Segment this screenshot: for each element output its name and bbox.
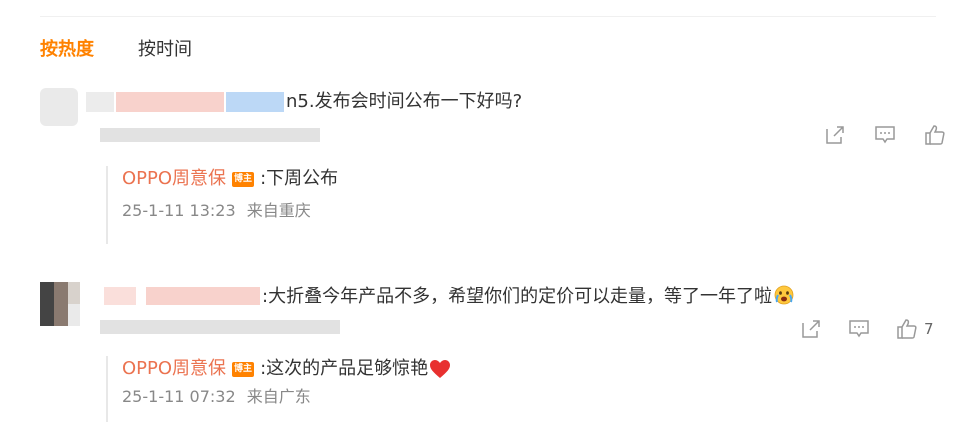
username-blurred[interactable] — [146, 287, 260, 305]
comment-actions — [824, 124, 952, 146]
reply-block: OPPO周意保 博主 :下周公布 25-1-11 13:23 来自重庆 — [106, 166, 338, 244]
like-icon[interactable] — [924, 124, 946, 146]
comment-text: n5.发布会时间公布一下好吗? — [286, 91, 523, 112]
blogger-badge: 博主 — [232, 361, 255, 377]
avatar-blur-block — [68, 282, 80, 304]
sort-tabs: 按热度 按时间 — [40, 38, 192, 62]
reply-line: OPPO周意保 博主 :这次的产品足够惊艳 — [122, 356, 451, 382]
comment-meta-blurred — [100, 128, 320, 142]
avatar[interactable] — [40, 88, 78, 126]
tab-sort-by-hot[interactable]: 按热度 — [40, 38, 94, 62]
reply-meta: 25-1-11 13:23 来自重庆 — [122, 200, 338, 222]
username-blurred[interactable] — [116, 92, 224, 112]
share-icon[interactable] — [800, 318, 822, 340]
red-heart-icon — [429, 359, 451, 379]
username-blurred[interactable] — [86, 92, 114, 112]
comment-text-body: :大折叠今年产品不多，希望你们的定价可以走量，等了一年了啦 — [262, 286, 773, 307]
reply-location: 来自广东 — [246, 387, 311, 406]
avatar-blur-block — [68, 304, 80, 326]
comment-text: :大折叠今年产品不多，希望你们的定价可以走量，等了一年了啦 — [262, 284, 795, 309]
reply-line: OPPO周意保 博主 :下周公布 — [122, 166, 338, 192]
reply-author[interactable]: OPPO周意保 — [122, 166, 226, 192]
tab-sort-by-time[interactable]: 按时间 — [138, 38, 192, 62]
blogger-badge: 博主 — [232, 171, 255, 187]
comment-icon[interactable] — [848, 318, 870, 340]
avatar-blur-block — [40, 282, 54, 304]
avatar-blur-block — [54, 282, 68, 304]
reply-date: 25-1-11 07:32 — [122, 387, 236, 406]
crying-emoji-icon — [773, 284, 795, 306]
reply-author[interactable]: OPPO周意保 — [122, 356, 226, 382]
avatar[interactable] — [40, 282, 80, 326]
comment-meta-blurred — [100, 320, 340, 334]
reply-date: 25-1-11 13:23 — [122, 201, 236, 220]
reply-text: :这次的产品足够惊艳 — [260, 358, 429, 379]
like-icon[interactable] — [896, 318, 918, 340]
username-blurred[interactable] — [226, 92, 284, 112]
reply-location: 来自重庆 — [246, 201, 311, 220]
top-divider — [40, 16, 936, 17]
username-blurred[interactable] — [104, 287, 136, 305]
reply-block: OPPO周意保 博主 :这次的产品足够惊艳 25-1-11 07:32 来自广东 — [106, 356, 451, 422]
like-count: 7 — [924, 320, 934, 338]
avatar-blur-block — [40, 304, 54, 326]
comment-icon[interactable] — [874, 124, 896, 146]
share-icon[interactable] — [824, 124, 846, 146]
reply-meta: 25-1-11 07:32 来自广东 — [122, 386, 451, 408]
comment-actions: 7 — [800, 318, 934, 340]
reply-text: :下周公布 — [260, 168, 339, 189]
avatar-blur-block — [54, 304, 68, 326]
